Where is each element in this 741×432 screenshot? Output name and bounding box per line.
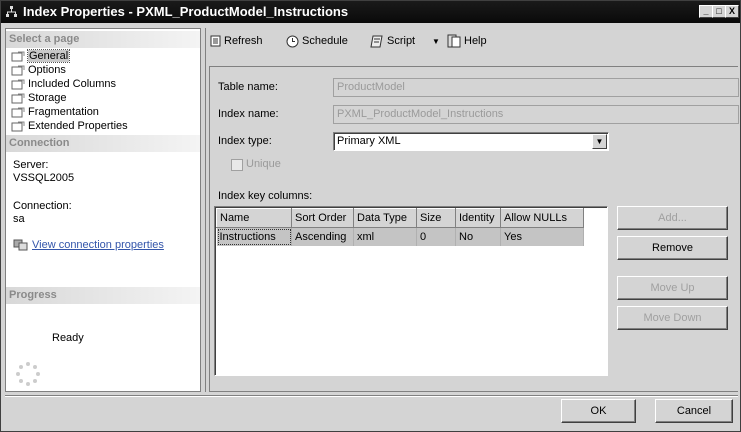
move-down-button[interactable]: Move Down [617, 306, 728, 330]
index-key-columns-label: Index key columns: [218, 190, 313, 202]
sidebar: Select a page General Options Included C… [5, 28, 201, 392]
close-button[interactable]: X [725, 5, 739, 18]
database-index-icon [6, 6, 17, 17]
progress-spinner-icon [16, 362, 40, 386]
window-title: Index Properties - PXML_ProductModel_Ins… [23, 4, 349, 19]
table-header-row: Name Sort Order Data Type Size Identity … [216, 208, 584, 228]
sidebar-item-general[interactable]: General [11, 49, 71, 63]
toolbar: Refresh Schedule Script ▼ Help [206, 28, 739, 52]
sidebar-item-label: Extended Properties [28, 120, 128, 132]
sidebar-item-extended-properties[interactable]: Extended Properties [11, 119, 128, 133]
page-wrench-icon [11, 65, 25, 76]
progress-header: Progress [6, 287, 200, 304]
column-header-sort-order[interactable]: Sort Order [291, 208, 354, 228]
sidebar-item-options[interactable]: Options [11, 63, 66, 77]
view-connection-properties-link[interactable]: View connection properties [13, 239, 164, 251]
connection-properties-icon [13, 239, 28, 251]
cell-data-type[interactable]: xml [353, 227, 417, 246]
refresh-button[interactable]: Refresh [210, 33, 263, 49]
page-wrench-icon [11, 51, 25, 62]
table-name-label: Table name: [218, 81, 278, 93]
chevron-down-icon[interactable]: ▼ [592, 134, 607, 149]
page-wrench-icon [11, 79, 25, 90]
connection-label: Connection: [13, 200, 72, 212]
table-name-field: ProductModel [333, 78, 739, 97]
index-type-select[interactable]: Primary XML ▼ [333, 132, 609, 151]
connection-header: Connection [6, 135, 200, 152]
sidebar-item-label: General [26, 49, 71, 63]
unique-label: Unique [246, 158, 281, 170]
minimize-button[interactable]: _ [699, 5, 713, 18]
server-value: VSSQL2005 [13, 172, 75, 184]
column-header-identity[interactable]: Identity [455, 208, 501, 228]
page-wrench-icon [11, 121, 25, 132]
sidebar-item-fragmentation[interactable]: Fragmentation [11, 105, 99, 119]
add-button[interactable]: Add... [617, 206, 728, 230]
server-label: Server: [13, 159, 49, 171]
sidebar-item-label: Storage [28, 92, 67, 104]
column-header-name[interactable]: Name [216, 208, 292, 228]
chevron-down-icon: ▼ [432, 37, 440, 46]
schedule-label: Schedule [302, 35, 348, 47]
cell-sort-order[interactable]: Ascending [291, 227, 354, 246]
column-header-allow-nulls[interactable]: Allow NULLs [500, 208, 584, 228]
sidebar-item-storage[interactable]: Storage [11, 91, 67, 105]
page-wrench-icon [11, 107, 25, 118]
sidebar-item-label: Included Columns [28, 78, 117, 90]
sidebar-item-label: Options [28, 64, 66, 76]
clock-icon [286, 35, 299, 48]
page-wrench-icon [11, 93, 25, 104]
progress-status: Ready [52, 332, 84, 344]
link-label: View connection properties [32, 239, 164, 251]
index-properties-window: Index Properties - PXML_ProductModel_Ins… [0, 0, 741, 432]
sidebar-item-included-columns[interactable]: Included Columns [11, 77, 116, 91]
column-header-size[interactable]: Size [416, 208, 456, 228]
help-label: Help [464, 35, 487, 47]
cell-identity[interactable]: No [455, 227, 501, 246]
script-icon [370, 35, 383, 48]
restore-button[interactable]: □ [712, 5, 726, 18]
cancel-button[interactable]: Cancel [655, 399, 733, 423]
cell-name[interactable]: Instructions [216, 227, 292, 246]
connection-value: sa [13, 213, 25, 225]
cell-size[interactable]: 0 [416, 227, 456, 246]
schedule-button[interactable]: Schedule [286, 33, 348, 49]
cell-allow-nulls[interactable]: Yes [500, 227, 584, 246]
move-up-button[interactable]: Move Up [617, 276, 728, 300]
script-dropdown-button[interactable]: ▼ [432, 33, 440, 49]
ok-button[interactable]: OK [561, 399, 636, 423]
key-columns-table: Name Sort Order Data Type Size Identity … [216, 208, 584, 246]
title-bar[interactable]: Index Properties - PXML_ProductModel_Ins… [1, 1, 740, 23]
refresh-icon [210, 35, 221, 47]
sidebar-item-label: Fragmentation [28, 106, 99, 118]
help-button[interactable]: Help [447, 33, 487, 49]
remove-button[interactable]: Remove [617, 236, 728, 260]
footer-divider [5, 395, 738, 397]
index-type-label: Index type: [218, 135, 272, 147]
select-page-header: Select a page [6, 31, 200, 48]
index-type-value: Primary XML [337, 135, 401, 147]
column-header-data-type[interactable]: Data Type [353, 208, 417, 228]
script-label: Script [387, 35, 416, 47]
script-button[interactable]: Script [370, 33, 415, 49]
index-key-columns-grid[interactable]: Name Sort Order Data Type Size Identity … [214, 206, 608, 376]
help-book-icon [447, 34, 461, 48]
unique-checkbox[interactable] [231, 159, 243, 171]
table-row[interactable]: Instructions Ascending xml 0 No Yes [216, 227, 584, 246]
refresh-label: Refresh [224, 35, 263, 47]
index-name-field: PXML_ProductModel_Instructions [333, 105, 739, 124]
index-name-label: Index name: [218, 108, 279, 120]
